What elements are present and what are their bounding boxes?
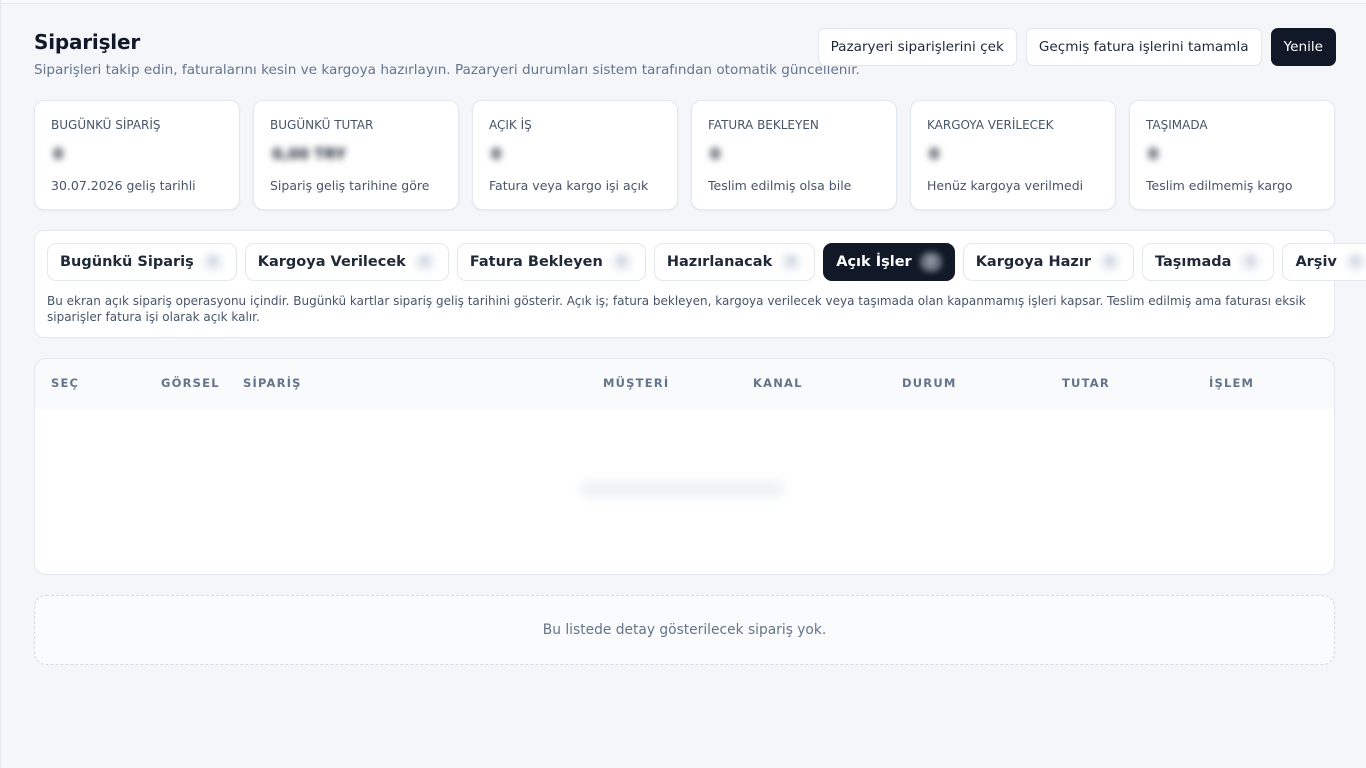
stat-hint: Fatura veya kargo işi açık xyxy=(489,178,649,193)
tab-label: Taşımada xyxy=(1154,254,1232,270)
top-border xyxy=(1,0,1366,4)
filter-tabs-card: Bugünkü Sipariş 0 Kargoya Verilecek 0 Fa… xyxy=(34,230,1366,338)
column-header-image: GÖRSEL xyxy=(161,376,220,390)
column-header-channel: KANAL xyxy=(753,376,803,390)
stat-card-in-transit: TAŞIMADA 0 Teslim edilmemiş kargo xyxy=(1129,100,1335,210)
tab-label: Kargoya Verilecek xyxy=(257,254,406,270)
filter-tabs: Bugünkü Sipariş 0 Kargoya Verilecek 0 Fa… xyxy=(47,243,1366,281)
stat-label: KARGOYA VERİLECEK xyxy=(927,118,1054,132)
stat-label: BUGÜNKÜ TUTAR xyxy=(270,118,374,132)
stat-hint: Teslim edilmemiş kargo xyxy=(1146,178,1293,193)
tab-open-jobs[interactable]: Açık İşler 0 xyxy=(823,243,955,281)
header-actions: Pazaryeri siparişlerini çek Geçmiş fatur… xyxy=(817,28,1336,66)
tab-label: Açık İşler xyxy=(836,254,912,270)
column-header-customer: MÜŞTERİ xyxy=(603,376,670,390)
tab-in-transit[interactable]: Taşımada 0 xyxy=(1141,243,1275,281)
tab-count-badge: 0 xyxy=(919,252,942,272)
stats-row: BUGÜNKÜ SİPARİŞ 0 30.07.2026 geliş tarih… xyxy=(34,100,1335,210)
tab-awaiting-invoice[interactable]: Fatura Bekleyen 0 xyxy=(456,243,646,281)
stat-hint: Teslim edilmiş olsa bile xyxy=(708,178,852,193)
stat-card-open-jobs: AÇIK İŞ 0 Fatura veya kargo işi açık xyxy=(472,100,678,210)
page-subtitle: Siparişleri takip edin, faturalarını kes… xyxy=(34,62,860,78)
tab-label: Kargoya Hazır xyxy=(975,254,1091,270)
stat-card-todays-amount: BUGÜNKÜ TUTAR 0,00 TRY Sipariş geliş tar… xyxy=(253,100,459,210)
tab-archive[interactable]: Arşiv 0 xyxy=(1282,243,1366,281)
table-header: SEÇ GÖRSEL SİPARİŞ MÜŞTERİ KANAL DURUM T… xyxy=(35,359,1334,409)
tab-label: Hazırlanacak xyxy=(666,254,773,270)
stat-label: TAŞIMADA xyxy=(1146,118,1208,132)
stat-hint: Henüz kargoya verilmedi xyxy=(927,178,1084,193)
tab-count-badge: 0 xyxy=(201,252,224,272)
page-header: Siparişler Siparişleri takip edin, fatur… xyxy=(34,28,1336,88)
tab-to-ship[interactable]: Kargoya Verilecek 0 xyxy=(244,243,449,281)
tab-count-badge: 0 xyxy=(780,252,803,272)
tab-count-badge: 0 xyxy=(1098,252,1121,272)
column-header-status: DURUM xyxy=(902,376,957,390)
stat-hint: Sipariş geliş tarihine göre xyxy=(270,178,430,193)
empty-state: Bu listede detay gösterilecek sipariş yo… xyxy=(34,595,1335,665)
tab-to-prepare[interactable]: Hazırlanacak 0 xyxy=(653,243,816,281)
stat-value: 0 xyxy=(491,145,502,163)
stat-card-to-ship: KARGOYA VERİLECEK 0 Henüz kargoya verilm… xyxy=(910,100,1116,210)
page-title: Siparişler xyxy=(34,30,140,54)
stat-label: AÇIK İŞ xyxy=(489,118,532,132)
stat-label: FATURA BEKLEYEN xyxy=(708,118,819,132)
tab-label: Arşiv xyxy=(1295,254,1337,270)
stat-value: 0,00 TRY xyxy=(272,145,347,163)
column-header-order: SİPARİŞ xyxy=(243,376,302,390)
complete-past-invoices-button[interactable]: Geçmiş fatura işlerini tamamla xyxy=(1025,28,1262,66)
empty-state-message: Bu listede detay gösterilecek sipariş yo… xyxy=(542,622,827,638)
tabs-description: Bu ekran açık sipariş operasyonu içindir… xyxy=(47,294,1306,324)
stat-label: BUGÜNKÜ SİPARİŞ xyxy=(51,118,161,132)
tab-label: Fatura Bekleyen xyxy=(469,254,603,270)
stat-card-todays-orders: BUGÜNKÜ SİPARİŞ 0 30.07.2026 geliş tarih… xyxy=(34,100,240,210)
stat-value: 0 xyxy=(710,145,721,163)
stat-value: 0 xyxy=(53,145,64,163)
tab-count-badge: 0 xyxy=(1344,252,1366,272)
tab-count-badge: 0 xyxy=(413,252,436,272)
stat-value: 0 xyxy=(1148,145,1159,163)
column-header-amount: TUTAR xyxy=(1062,376,1110,390)
orders-table: SEÇ GÖRSEL SİPARİŞ MÜŞTERİ KANAL DURUM T… xyxy=(34,358,1335,575)
tab-todays-orders[interactable]: Bugünkü Sipariş 0 xyxy=(47,243,237,281)
column-header-action: İŞLEM xyxy=(1209,376,1255,390)
loading-placeholder xyxy=(580,481,785,497)
stat-hint: 30.07.2026 geliş tarihli xyxy=(51,178,196,193)
column-header-select[interactable]: SEÇ xyxy=(51,376,79,390)
stat-card-awaiting-invoice: FATURA BEKLEYEN 0 Teslim edilmiş olsa bi… xyxy=(691,100,897,210)
tab-count-badge: 0 xyxy=(1239,252,1262,272)
tab-label: Bugünkü Sipariş xyxy=(60,254,194,270)
tab-ready-to-ship[interactable]: Kargoya Hazır 0 xyxy=(962,243,1134,281)
refresh-button[interactable]: Yenile xyxy=(1270,28,1336,66)
stat-value: 0 xyxy=(929,145,940,163)
tab-count-badge: 0 xyxy=(610,252,633,272)
fetch-marketplace-orders-button[interactable]: Pazaryeri siparişlerini çek xyxy=(817,28,1017,66)
